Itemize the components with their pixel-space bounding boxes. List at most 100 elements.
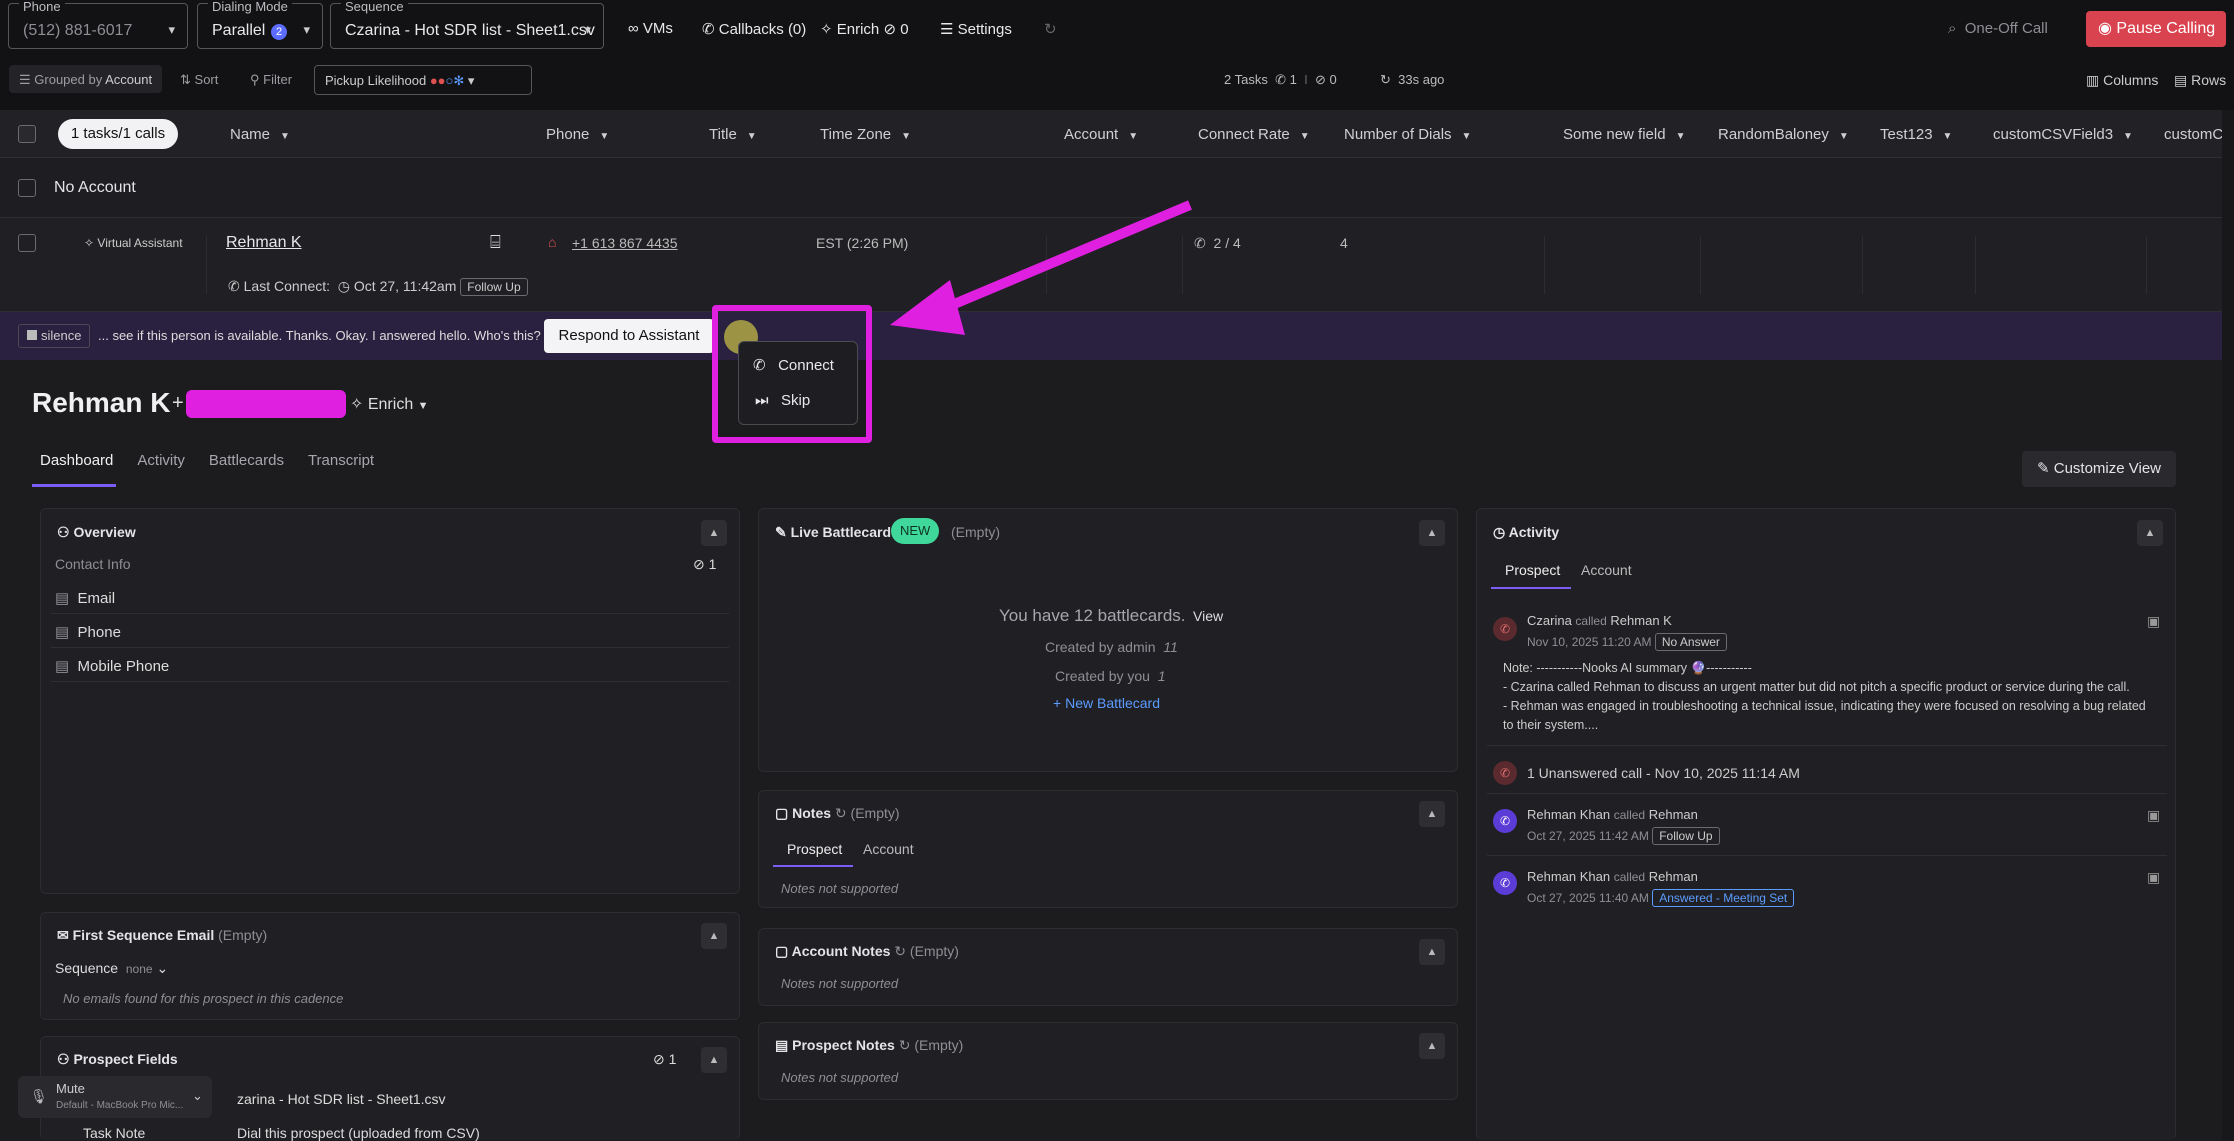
collapse-button[interactable]: ▲: [701, 520, 727, 546]
scrollbar[interactable]: [2222, 110, 2234, 1140]
divider: [51, 647, 729, 648]
one-off-call-label: One-Off Call: [1964, 20, 2048, 37]
grouped-by-button[interactable]: ☰ Grouped by Account: [9, 65, 163, 93]
refresh-icon[interactable]: ↻: [1044, 20, 1057, 38]
caret-down-icon: ▼: [1299, 131, 1310, 142]
mobile-phone-field[interactable]: ▤ Mobile Phone: [55, 657, 169, 675]
col-some-new-field[interactable]: Some new field ▼: [1563, 126, 1685, 143]
mute-control[interactable]: 🎙 Mute Default - MacBook Pro Mic... ⌄: [18, 1076, 212, 1118]
group-checkbox[interactable]: [18, 179, 36, 197]
add-icon[interactable]: +: [172, 392, 184, 415]
phone-field[interactable]: ▤ Phone: [55, 623, 121, 641]
hidden-fields-count[interactable]: ⊘ 1: [653, 1051, 676, 1068]
view-battlecards-link[interactable]: View: [1193, 608, 1223, 624]
select-all-checkbox[interactable]: [18, 125, 36, 143]
transcript-icon[interactable]: ▣: [2147, 613, 2160, 630]
activity-card: ◷ Activity ▲ Prospect Account ✆ Czarina …: [1476, 508, 2176, 1140]
sequence-select[interactable]: Sequence Czarina - Hot SDR list - Sheet1…: [330, 0, 604, 49]
collapse-button[interactable]: ▲: [1419, 939, 1445, 965]
new-battlecard-label: New Battlecard: [1065, 695, 1161, 711]
email-field[interactable]: ▤ Email: [55, 589, 115, 607]
missed-call-icon: ✆: [1493, 761, 1517, 785]
collapse-button[interactable]: ▲: [2137, 520, 2163, 546]
notes-tab-account[interactable]: Account: [863, 841, 914, 857]
activity-tab-prospect[interactable]: Prospect: [1505, 562, 1560, 578]
col-number-of-dials[interactable]: Number of Dials ▼: [1344, 126, 1471, 143]
settings-label: Settings: [957, 21, 1012, 38]
phone-icon: ✆: [228, 278, 240, 294]
ago-label: 33s ago: [1398, 72, 1445, 87]
sort-button[interactable]: ⇅ Sort: [180, 72, 218, 88]
collapse-button[interactable]: ▲: [701, 923, 727, 949]
prospect-enrich-button[interactable]: ✧ Enrich ▼: [350, 394, 429, 414]
pencil-icon: ✎: [2036, 460, 2050, 477]
hidden-count: 1: [668, 1051, 677, 1067]
prospect-notes-title: ▤ Prospect Notes ↻ (Empty): [775, 1037, 963, 1054]
collapse-button[interactable]: ▲: [1419, 520, 1445, 546]
collapse-button[interactable]: ▲: [701, 1047, 727, 1073]
col-name[interactable]: Name ▼: [230, 126, 290, 143]
respond-to-assistant-button[interactable]: Respond to Assistant: [544, 319, 714, 353]
transcript-icon[interactable]: ▣: [2147, 869, 2160, 886]
filter-button[interactable]: ⚲ Filter: [250, 72, 292, 88]
enrich-button[interactable]: ✧ Enrich ⊘ 0: [820, 20, 909, 38]
col-test123[interactable]: Test123 ▼: [1880, 126, 1952, 143]
tab-activity[interactable]: Activity: [137, 452, 185, 469]
pause-calling-button[interactable]: ◉ Pause Calling: [2086, 11, 2226, 47]
phone-select[interactable]: Phone (512) 881-6017 ▾: [8, 0, 188, 49]
new-badge: NEW: [891, 518, 940, 544]
note-line: to their system....: [1503, 718, 1599, 732]
unanswered-call-text: 1 Unanswered call - Nov 10, 2025 11:14 A…: [1527, 765, 1800, 781]
row-checkbox[interactable]: [18, 234, 36, 252]
caret-down-icon: ▼: [599, 131, 610, 142]
sequence-select[interactable]: Sequence none ⌄: [55, 960, 168, 977]
linkedin-search-icon[interactable]: ⌸: [490, 232, 501, 253]
prospect-name-link[interactable]: Rehman K: [226, 234, 302, 252]
col-timezone[interactable]: Time Zone ▼: [820, 126, 911, 143]
phone-label: Phone: [77, 624, 121, 641]
prospect-tabs: Dashboard Activity Battlecards Transcrip…: [40, 452, 374, 469]
target: Rehman: [1648, 807, 1698, 822]
columns-button[interactable]: ▥ Columns: [2086, 72, 2158, 89]
notebook-icon: ▢: [775, 805, 789, 821]
dialing-mode-select[interactable]: Dialing Mode Parallel 2 ▾: [197, 0, 323, 49]
tab-transcript[interactable]: Transcript: [308, 452, 374, 469]
notes-tab-prospect[interactable]: Prospect: [787, 841, 842, 857]
col-randombaloney[interactable]: RandomBaloney ▼: [1718, 126, 1849, 143]
clock-icon: ◷: [1493, 524, 1506, 540]
sparkle-icon: ✧: [350, 396, 364, 413]
hidden-fields-count[interactable]: ⊘ 1: [693, 556, 716, 573]
prospect-notes-unsupported: Notes not supported: [781, 1070, 899, 1085]
col-title[interactable]: Title ▼: [709, 126, 757, 143]
collapse-button[interactable]: ▲: [1419, 801, 1445, 827]
new-battlecard-button[interactable]: + New Battlecard: [1053, 695, 1160, 711]
col-connect-rate[interactable]: Connect Rate ▼: [1198, 126, 1310, 143]
collapse-button[interactable]: ▲: [1419, 1033, 1445, 1059]
rows-button[interactable]: ▤ Rows: [2174, 72, 2226, 89]
caret-down-icon: ▼: [1461, 131, 1472, 142]
callbacks-button[interactable]: ✆ Callbacks (0): [702, 20, 806, 38]
tab-battlecards[interactable]: Battlecards: [209, 452, 284, 469]
rows-icon: ▤: [2174, 72, 2188, 88]
tab-dashboard[interactable]: Dashboard: [40, 452, 113, 469]
settings-button[interactable]: ☰ Settings: [940, 20, 1012, 38]
account-notes-card: ▢ Account Notes ↻ (Empty) ▲ Notes not su…: [758, 928, 1458, 1006]
col-phone[interactable]: Phone ▼: [546, 126, 609, 143]
col-customcsvfield3[interactable]: customCSVField3 ▼: [1993, 126, 2133, 143]
created-by-you: Created by you 1: [1055, 668, 1166, 684]
toolbar: ☰ Grouped by Account ⇅ Sort ⚲ Filter Pic…: [0, 60, 2234, 110]
vms-button[interactable]: ∞ VMs: [628, 20, 673, 37]
last-refreshed[interactable]: ↻ 33s ago: [1380, 72, 1444, 88]
customize-view-button[interactable]: ✎ Customize View: [2022, 451, 2176, 487]
last-connect-value: Oct 27, 11:42am: [353, 278, 457, 294]
row-phone-link[interactable]: +1 613 867 4435: [572, 235, 678, 251]
caret-down-icon: ▼: [1675, 131, 1686, 142]
phone-icon: ✆: [1275, 72, 1286, 87]
divider: [206, 236, 207, 294]
transcript-icon[interactable]: ▣: [2147, 807, 2160, 824]
col-account[interactable]: Account ▼: [1064, 126, 1138, 143]
one-off-call-button[interactable]: ⌕ One-Off Call: [1948, 20, 2048, 37]
activity-tab-account[interactable]: Account: [1581, 562, 1632, 578]
pickup-likelihood-select[interactable]: Pickup Likelihood ●●○✻ ▾: [314, 65, 532, 95]
hidden-count: 1: [708, 556, 717, 572]
